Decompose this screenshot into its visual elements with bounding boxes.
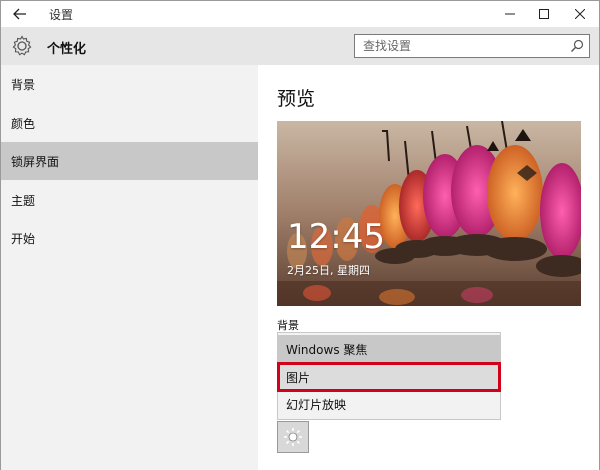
minimize-button[interactable]	[493, 1, 527, 27]
close-button[interactable]	[563, 1, 597, 27]
sidebar-item-label: 颜色	[11, 116, 36, 131]
close-icon	[575, 9, 585, 19]
title-bar: 设置	[1, 1, 599, 27]
section-title-preview: 预览	[277, 88, 316, 110]
minimize-icon	[505, 13, 515, 15]
page-title: 个性化	[47, 42, 87, 57]
window-title: 设置	[49, 8, 74, 22]
sidebar-item-label: 锁屏界面	[11, 154, 60, 169]
search-icon[interactable]	[570, 39, 584, 53]
sidebar: 背景 颜色 锁屏界面 主题 开始	[1, 65, 258, 470]
sidebar-item-start[interactable]: 开始	[1, 219, 258, 257]
dropdown-option-slideshow[interactable]: 幻灯片放映	[278, 390, 500, 418]
maximize-icon	[539, 9, 549, 19]
sidebar-item-label: 主题	[11, 193, 36, 208]
sun-icon	[284, 428, 302, 446]
settings-window: 设置 个性化 背景 颜色	[0, 0, 600, 470]
sidebar-item-themes[interactable]: 主题	[1, 181, 258, 219]
header-bar: 个性化	[1, 27, 599, 65]
lock-screen-date: 2月25日, 星期四	[287, 264, 370, 277]
lanterns-image	[277, 121, 581, 306]
sidebar-item-background[interactable]: 背景	[1, 65, 258, 103]
arrow-left-icon	[13, 8, 26, 20]
sidebar-item-lock-screen[interactable]: 锁屏界面	[1, 142, 258, 180]
brightness-button[interactable]	[277, 421, 309, 453]
dropdown-option-picture[interactable]: 图片	[277, 362, 501, 392]
maximize-button[interactable]	[527, 1, 561, 27]
sidebar-item-label: 开始	[11, 231, 36, 246]
sidebar-item-label: 背景	[11, 77, 36, 92]
background-dropdown-list[interactable]: Windows 聚焦 图片 幻灯片放映	[277, 332, 501, 420]
back-button[interactable]	[7, 3, 33, 25]
background-label: 背景	[277, 319, 299, 332]
dropdown-option-windows-spotlight[interactable]: Windows 聚焦	[278, 335, 500, 363]
sidebar-item-colors[interactable]: 颜色	[1, 104, 258, 142]
search-input[interactable]	[355, 39, 555, 53]
gear-icon	[12, 35, 32, 56]
lock-screen-preview: 12:45 2月25日, 星期四	[277, 121, 581, 306]
search-box[interactable]	[354, 34, 590, 58]
lock-screen-time: 12:45	[287, 217, 385, 257]
main-content: 预览 12:45 2月25日, 星期四 背景 Windows 聚焦 图片 幻灯片…	[258, 65, 599, 470]
